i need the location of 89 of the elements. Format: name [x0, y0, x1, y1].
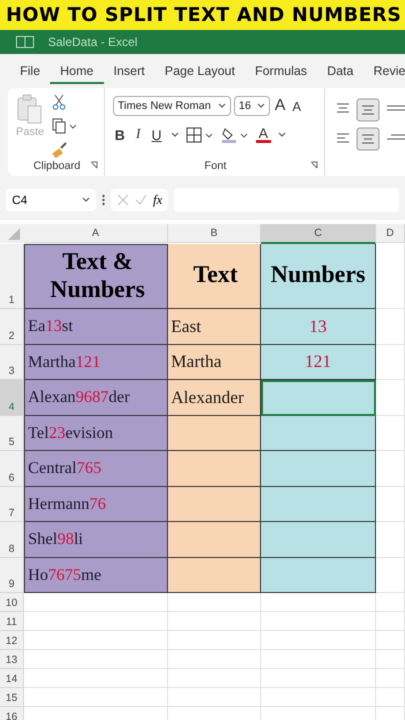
column-header[interactable]: D	[376, 224, 405, 243]
table-cell: Numbers	[261, 244, 376, 309]
workbook-icon	[16, 36, 34, 48]
table-cell	[376, 558, 405, 593]
ribbon-tab[interactable]: File	[10, 60, 50, 84]
font-color-button[interactable]: A	[256, 126, 271, 143]
table-cell	[376, 688, 405, 707]
select-all-icon	[0, 224, 24, 243]
cancel-icon	[117, 194, 129, 206]
row-header[interactable]: 11	[0, 612, 24, 631]
scissors-icon	[52, 94, 66, 110]
row-header[interactable]: 1	[0, 244, 24, 309]
table-cell	[376, 631, 405, 650]
window-title: SaleData - Excel	[48, 35, 138, 49]
column-header[interactable]: C	[261, 224, 376, 244]
caret-icon	[278, 132, 286, 138]
row-header[interactable]: 16	[0, 707, 24, 720]
grow-font-button[interactable]: A	[272, 97, 288, 115]
fill-color-icon	[220, 126, 249, 142]
table-cell: Shel98li	[24, 522, 168, 558]
table-cell: East	[168, 309, 261, 344]
caret-icon	[218, 103, 226, 109]
column-header[interactable]: A	[24, 224, 168, 243]
font-name-dropdown[interactable]: Times New Roman	[112, 96, 231, 116]
row-header[interactable]: 10	[0, 593, 24, 612]
clipboard-icon	[17, 94, 44, 124]
table-cell: Alexander	[168, 380, 261, 416]
row-header[interactable]: 4	[0, 380, 24, 416]
table-cell	[376, 486, 405, 522]
underline-button[interactable]: U	[150, 126, 164, 142]
table-cell	[376, 344, 405, 380]
caret-icon	[82, 197, 90, 203]
table-cell	[376, 309, 405, 344]
table-cell	[376, 593, 405, 612]
table-cell: Tel23evision	[24, 416, 168, 451]
table-cell	[376, 522, 405, 558]
table-cell: 121	[261, 344, 376, 380]
row-header[interactable]: 14	[0, 669, 24, 688]
row-header[interactable]: 12	[0, 631, 24, 650]
caret-icon	[256, 103, 265, 109]
table-cell: Martha121	[24, 344, 168, 380]
ribbon-tab[interactable]: Insert	[104, 60, 155, 84]
table-cell: Central765	[24, 451, 168, 486]
row-header[interactable]: 9	[0, 558, 24, 593]
table-cell	[376, 244, 405, 309]
table-cell: Martha	[168, 344, 261, 380]
table-cell: Text & Numbers	[24, 244, 168, 309]
insert-function-button[interactable]: fx	[153, 192, 162, 208]
font-size-dropdown[interactable]: 16	[234, 96, 270, 116]
ribbon-tab[interactable]: Page Layout	[154, 60, 245, 84]
column-header[interactable]: B	[168, 224, 261, 243]
italic-button[interactable]: I	[134, 126, 143, 142]
row-header[interactable]: 6	[0, 451, 24, 486]
ribbon-tab[interactable]: Formulas	[244, 60, 318, 84]
check-icon	[135, 194, 147, 206]
ribbon-tab[interactable]: Data	[317, 60, 364, 84]
table-cell: Text	[168, 244, 261, 309]
table-cell	[376, 451, 405, 486]
borders-icon	[186, 126, 214, 142]
table-cell: Ho7675me	[24, 558, 168, 593]
group-label: Clipboard	[33, 160, 80, 172]
table-cell	[376, 416, 405, 451]
caret-icon	[170, 132, 179, 138]
group-label: Font	[204, 160, 226, 172]
shrink-font-button[interactable]: A	[290, 98, 304, 114]
row-header[interactable]: 8	[0, 522, 24, 558]
table-cell	[376, 612, 405, 631]
row-header[interactable]: 7	[0, 486, 24, 522]
copy-icon	[52, 118, 78, 134]
table-cell	[376, 380, 405, 416]
bold-button[interactable]: B	[112, 126, 127, 142]
row-header[interactable]: 2	[0, 309, 24, 344]
brush-icon	[52, 142, 68, 158]
row-header[interactable]: 15	[0, 688, 24, 707]
title-banner: HOW TO SPLIT TEXT AND NUMBERS	[0, 0, 405, 30]
name-box[interactable]: C4	[6, 189, 96, 211]
row-header[interactable]: 3	[0, 344, 24, 380]
ribbon-tab[interactable]: Revie	[363, 60, 405, 84]
row-header[interactable]: 13	[0, 650, 24, 669]
table-cell: 13	[261, 309, 376, 344]
table-cell: Hermann76	[24, 486, 168, 522]
launcher-icon	[90, 161, 98, 169]
table-cell	[376, 669, 405, 688]
table-cell: Ea13st	[24, 309, 168, 344]
more-icon	[102, 194, 105, 206]
launcher-icon	[310, 161, 318, 169]
table-cell	[376, 650, 405, 669]
row-header[interactable]: 5	[0, 416, 24, 451]
table-cell: Alexan9687der	[24, 380, 168, 416]
